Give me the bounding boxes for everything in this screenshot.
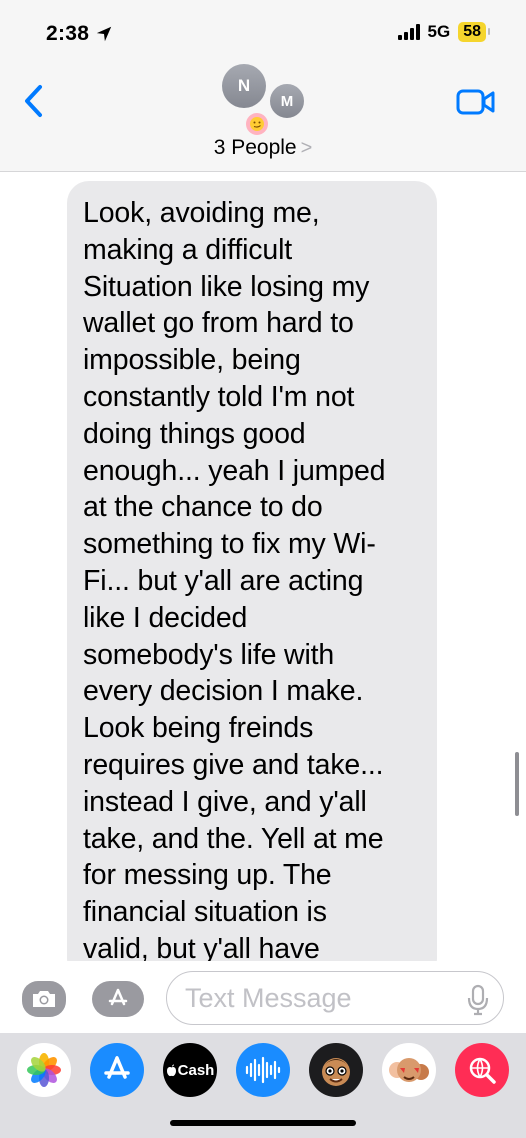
battery-level: 58 <box>463 23 481 40</box>
conversation-header: 2:38 5G 58 N M 3 People > <box>0 0 526 172</box>
location-arrow-icon <box>97 26 112 42</box>
smirk-face-icon <box>250 117 264 131</box>
camera-icon <box>33 991 55 1007</box>
memoji-stickers-icon[interactable] <box>382 1043 436 1097</box>
message-input[interactable] <box>166 971 504 1025</box>
memoji-sticker-face-icon <box>389 1058 429 1082</box>
memoji-icon[interactable] <box>309 1043 363 1097</box>
app-store-a-icon <box>104 1056 130 1079</box>
apple-cash-label: Cash <box>177 1061 215 1079</box>
home-indicator[interactable] <box>170 1120 356 1126</box>
avatar-m[interactable]: M <box>268 82 306 120</box>
chevron-right-icon: > <box>300 136 313 159</box>
facetime-video-icon[interactable] <box>456 88 496 116</box>
globe-search-icon <box>469 1057 496 1084</box>
group-name-label: 3 People <box>213 136 297 159</box>
microphone-icon[interactable] <box>466 983 490 1017</box>
waveform-icon <box>245 1056 281 1084</box>
apple-logo-icon <box>166 1064 176 1076</box>
status-time-label: 2:38 <box>46 22 90 45</box>
avatar-initial: M <box>280 92 294 110</box>
photos-flower-icon <box>27 1053 61 1087</box>
apple-cash-icon[interactable]: Cash <box>163 1043 217 1097</box>
battery-icon: 58 <box>458 22 490 42</box>
chevron-left-icon <box>25 85 42 117</box>
back-button[interactable] <box>18 84 48 118</box>
camera-button[interactable] <box>22 981 66 1017</box>
avatar-initial: N <box>237 76 251 95</box>
app-store-icon <box>108 988 128 1006</box>
message-text: Look, avoiding me, making a difficult Si… <box>83 197 386 965</box>
emoji-avatar-icon[interactable] <box>246 113 268 135</box>
scroll-indicator[interactable] <box>515 752 519 816</box>
network-type: 5G <box>427 22 451 41</box>
message-composer <box>0 961 526 1033</box>
image-search-icon[interactable] <box>455 1043 509 1097</box>
group-name-button[interactable]: 3 People > <box>0 136 526 160</box>
messages-screen: 2:38 5G 58 N M 3 People > Look, avoiding… <box>0 0 526 1138</box>
app-store-icon[interactable] <box>90 1043 144 1097</box>
status-indicators: 5G 58 <box>397 22 490 42</box>
photos-app-icon[interactable] <box>17 1043 71 1097</box>
memoji-face-icon <box>322 1058 350 1086</box>
apps-button[interactable] <box>92 981 144 1017</box>
cellular-signal-icon <box>397 24 420 40</box>
audio-message-icon[interactable] <box>236 1043 290 1097</box>
incoming-message-bubble[interactable]: Look, avoiding me, making a difficult Si… <box>67 181 437 981</box>
status-time: 2:38 <box>46 22 113 46</box>
avatar-n[interactable]: N <box>222 64 266 108</box>
